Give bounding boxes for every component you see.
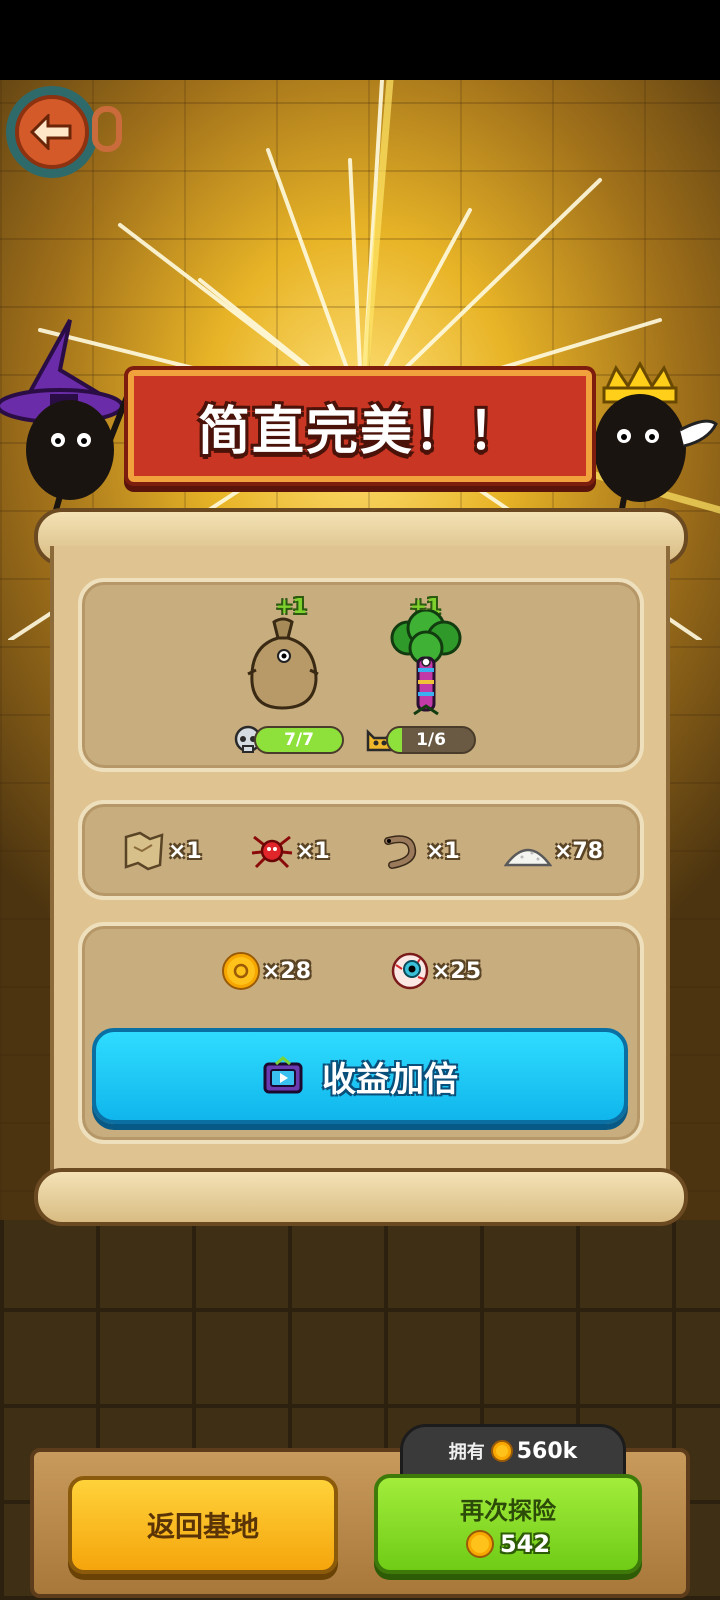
status-bar — [0, 0, 720, 80]
pet-gain-label: +1 — [276, 594, 307, 618]
currency-count: ×25 — [432, 958, 482, 984]
owned-label: 拥有 — [448, 1442, 485, 1463]
gold-coin-icon — [465, 1529, 494, 1558]
game-scene: 简直完美！！ +1 7/7 +1 1/6 ×1 ×1 ×1 ×78 ×28 ×2… — [0, 80, 720, 1600]
eyeball-icon — [391, 952, 429, 990]
double-rewards-label: 收益加倍 — [322, 1059, 458, 1100]
back-button-hook — [92, 106, 122, 152]
pet-progress-bar: 7/7 — [254, 726, 344, 754]
scroll-bottom-roll — [34, 1168, 688, 1226]
tv-ad-icon — [263, 1056, 303, 1094]
reward-item: ×78 — [504, 826, 603, 876]
witch-mascot-icon — [0, 319, 135, 510]
reward-item: ×1 — [250, 826, 330, 876]
item-count: ×1 — [426, 838, 460, 864]
back-button[interactable] — [6, 86, 98, 178]
pet-progress-bar: 1/6 — [386, 726, 476, 754]
explore-cost-value: 542 — [499, 1529, 551, 1558]
return-to-base-label: 返回基地 — [146, 1510, 259, 1543]
reward-item: ×1 — [122, 826, 202, 876]
item-count: ×1 — [296, 838, 330, 864]
owned-coins-value: 560k — [516, 1438, 578, 1464]
explore-again-button[interactable]: 再次探险 542 — [374, 1474, 642, 1574]
reward-currency: ×28 — [222, 946, 311, 996]
return-to-base-button[interactable]: 返回基地 — [68, 1476, 338, 1574]
red-spider-icon — [251, 835, 293, 869]
salt-pile-icon — [504, 848, 552, 867]
gold-coin-icon — [222, 952, 260, 990]
pet-progress-text: 7/7 — [284, 730, 314, 750]
broccoli-creature-icon — [390, 610, 462, 716]
item-count: ×78 — [554, 838, 604, 864]
worm-icon — [384, 835, 417, 869]
back-arrow-icon — [15, 95, 89, 169]
reward-item: ×1 — [380, 826, 460, 876]
reward-currency: ×25 — [390, 946, 481, 996]
pet-progress-text: 1/6 — [416, 730, 446, 750]
currency-count: ×28 — [262, 958, 312, 984]
sack-creature-icon — [247, 617, 319, 710]
map-scroll-icon — [124, 831, 164, 871]
explore-cost: 542 — [465, 1529, 551, 1558]
result-banner: 简直完美！！ — [128, 370, 592, 482]
page-title: 简直完美！！ — [197, 401, 522, 462]
owned-coins-tab: 拥有 560k — [400, 1424, 626, 1478]
pets-panel — [78, 578, 644, 772]
explore-again-label: 再次探险 — [460, 1496, 556, 1525]
double-rewards-button[interactable]: 收益加倍 — [92, 1028, 628, 1124]
king-mascot-icon — [594, 360, 718, 520]
gold-coin-icon — [490, 1440, 513, 1462]
item-count: ×1 — [168, 838, 202, 864]
